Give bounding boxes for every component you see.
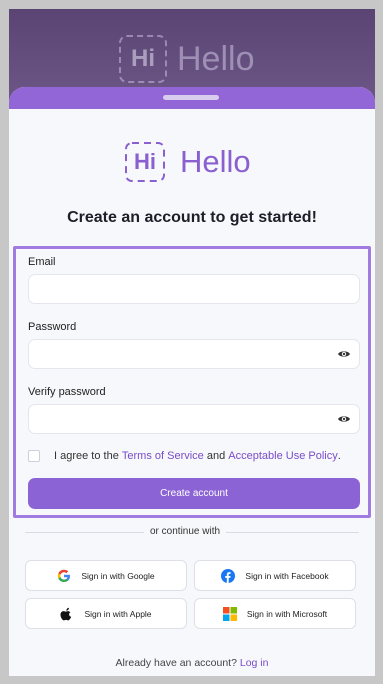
eye-icon[interactable] [337, 349, 351, 359]
password-field[interactable] [28, 339, 360, 369]
eye-icon[interactable] [337, 414, 351, 424]
verify-password-field[interactable] [28, 404, 360, 434]
sheet-drag-handle[interactable] [163, 95, 219, 100]
backdrop-logo-mark: Hi [119, 35, 167, 83]
terms-checkbox[interactable] [28, 450, 40, 462]
backdrop-logo-text: Hi [131, 45, 155, 72]
agree-prefix: I agree to the [54, 450, 119, 462]
email-field[interactable] [28, 274, 360, 304]
divider-text: or continue with [144, 526, 227, 537]
create-account-button[interactable]: Create account [28, 478, 360, 509]
microsoft-signin-label: Sign in with Microsoft [246, 608, 328, 619]
page-title: Create an account to get started! [67, 209, 317, 226]
microsoft-signin-button[interactable]: Sign in with Microsoft [194, 598, 356, 629]
microsoft-icon [222, 606, 237, 621]
agree-and: and [206, 450, 226, 462]
sheet-header [9, 87, 375, 109]
apple-signin-button[interactable]: Sign in with Apple [25, 598, 187, 629]
backdrop-logo-word: Hello [177, 39, 255, 78]
facebook-signin-button[interactable]: Sign in with Facebook [194, 560, 356, 591]
email-label: Email [28, 256, 56, 268]
apple-icon [60, 607, 74, 621]
agree-suffix: . [337, 450, 341, 462]
logo-word: Hello [180, 144, 251, 179]
logo-mark: Hi [124, 141, 166, 183]
backdrop-logo: Hi Hello [119, 35, 254, 83]
google-signin-button[interactable]: Sign in with Google [25, 560, 187, 591]
login-prompt-text: Already have an account? [115, 657, 237, 669]
apple-signin-label: Sign in with Apple [84, 608, 152, 619]
brand-logo: Hi Hello [124, 141, 251, 183]
terms-agreement: I agree to the Terms of Service and Acce… [28, 450, 341, 462]
acceptable-use-policy-link[interactable]: Acceptable Use Policy [228, 450, 337, 462]
signup-form: Email Password Verify password I agree t… [13, 246, 371, 518]
google-signin-label: Sign in with Google [81, 570, 155, 581]
app-screen: Hi Hello Hi Hello Create an account to g… [9, 9, 375, 676]
signup-sheet: Hi Hello Create an account to get starte… [9, 87, 375, 676]
password-label: Password [28, 321, 77, 333]
login-prompt: Already have an account? Log in [9, 657, 375, 669]
facebook-signin-label: Sign in with Facebook [245, 570, 329, 581]
logo-mark-text: Hi [134, 149, 156, 174]
verify-password-label: Verify password [28, 386, 106, 398]
terms-of-service-link[interactable]: Terms of Service [122, 450, 204, 462]
facebook-icon [221, 568, 236, 583]
login-link[interactable]: Log in [240, 657, 269, 669]
google-icon [57, 569, 71, 583]
